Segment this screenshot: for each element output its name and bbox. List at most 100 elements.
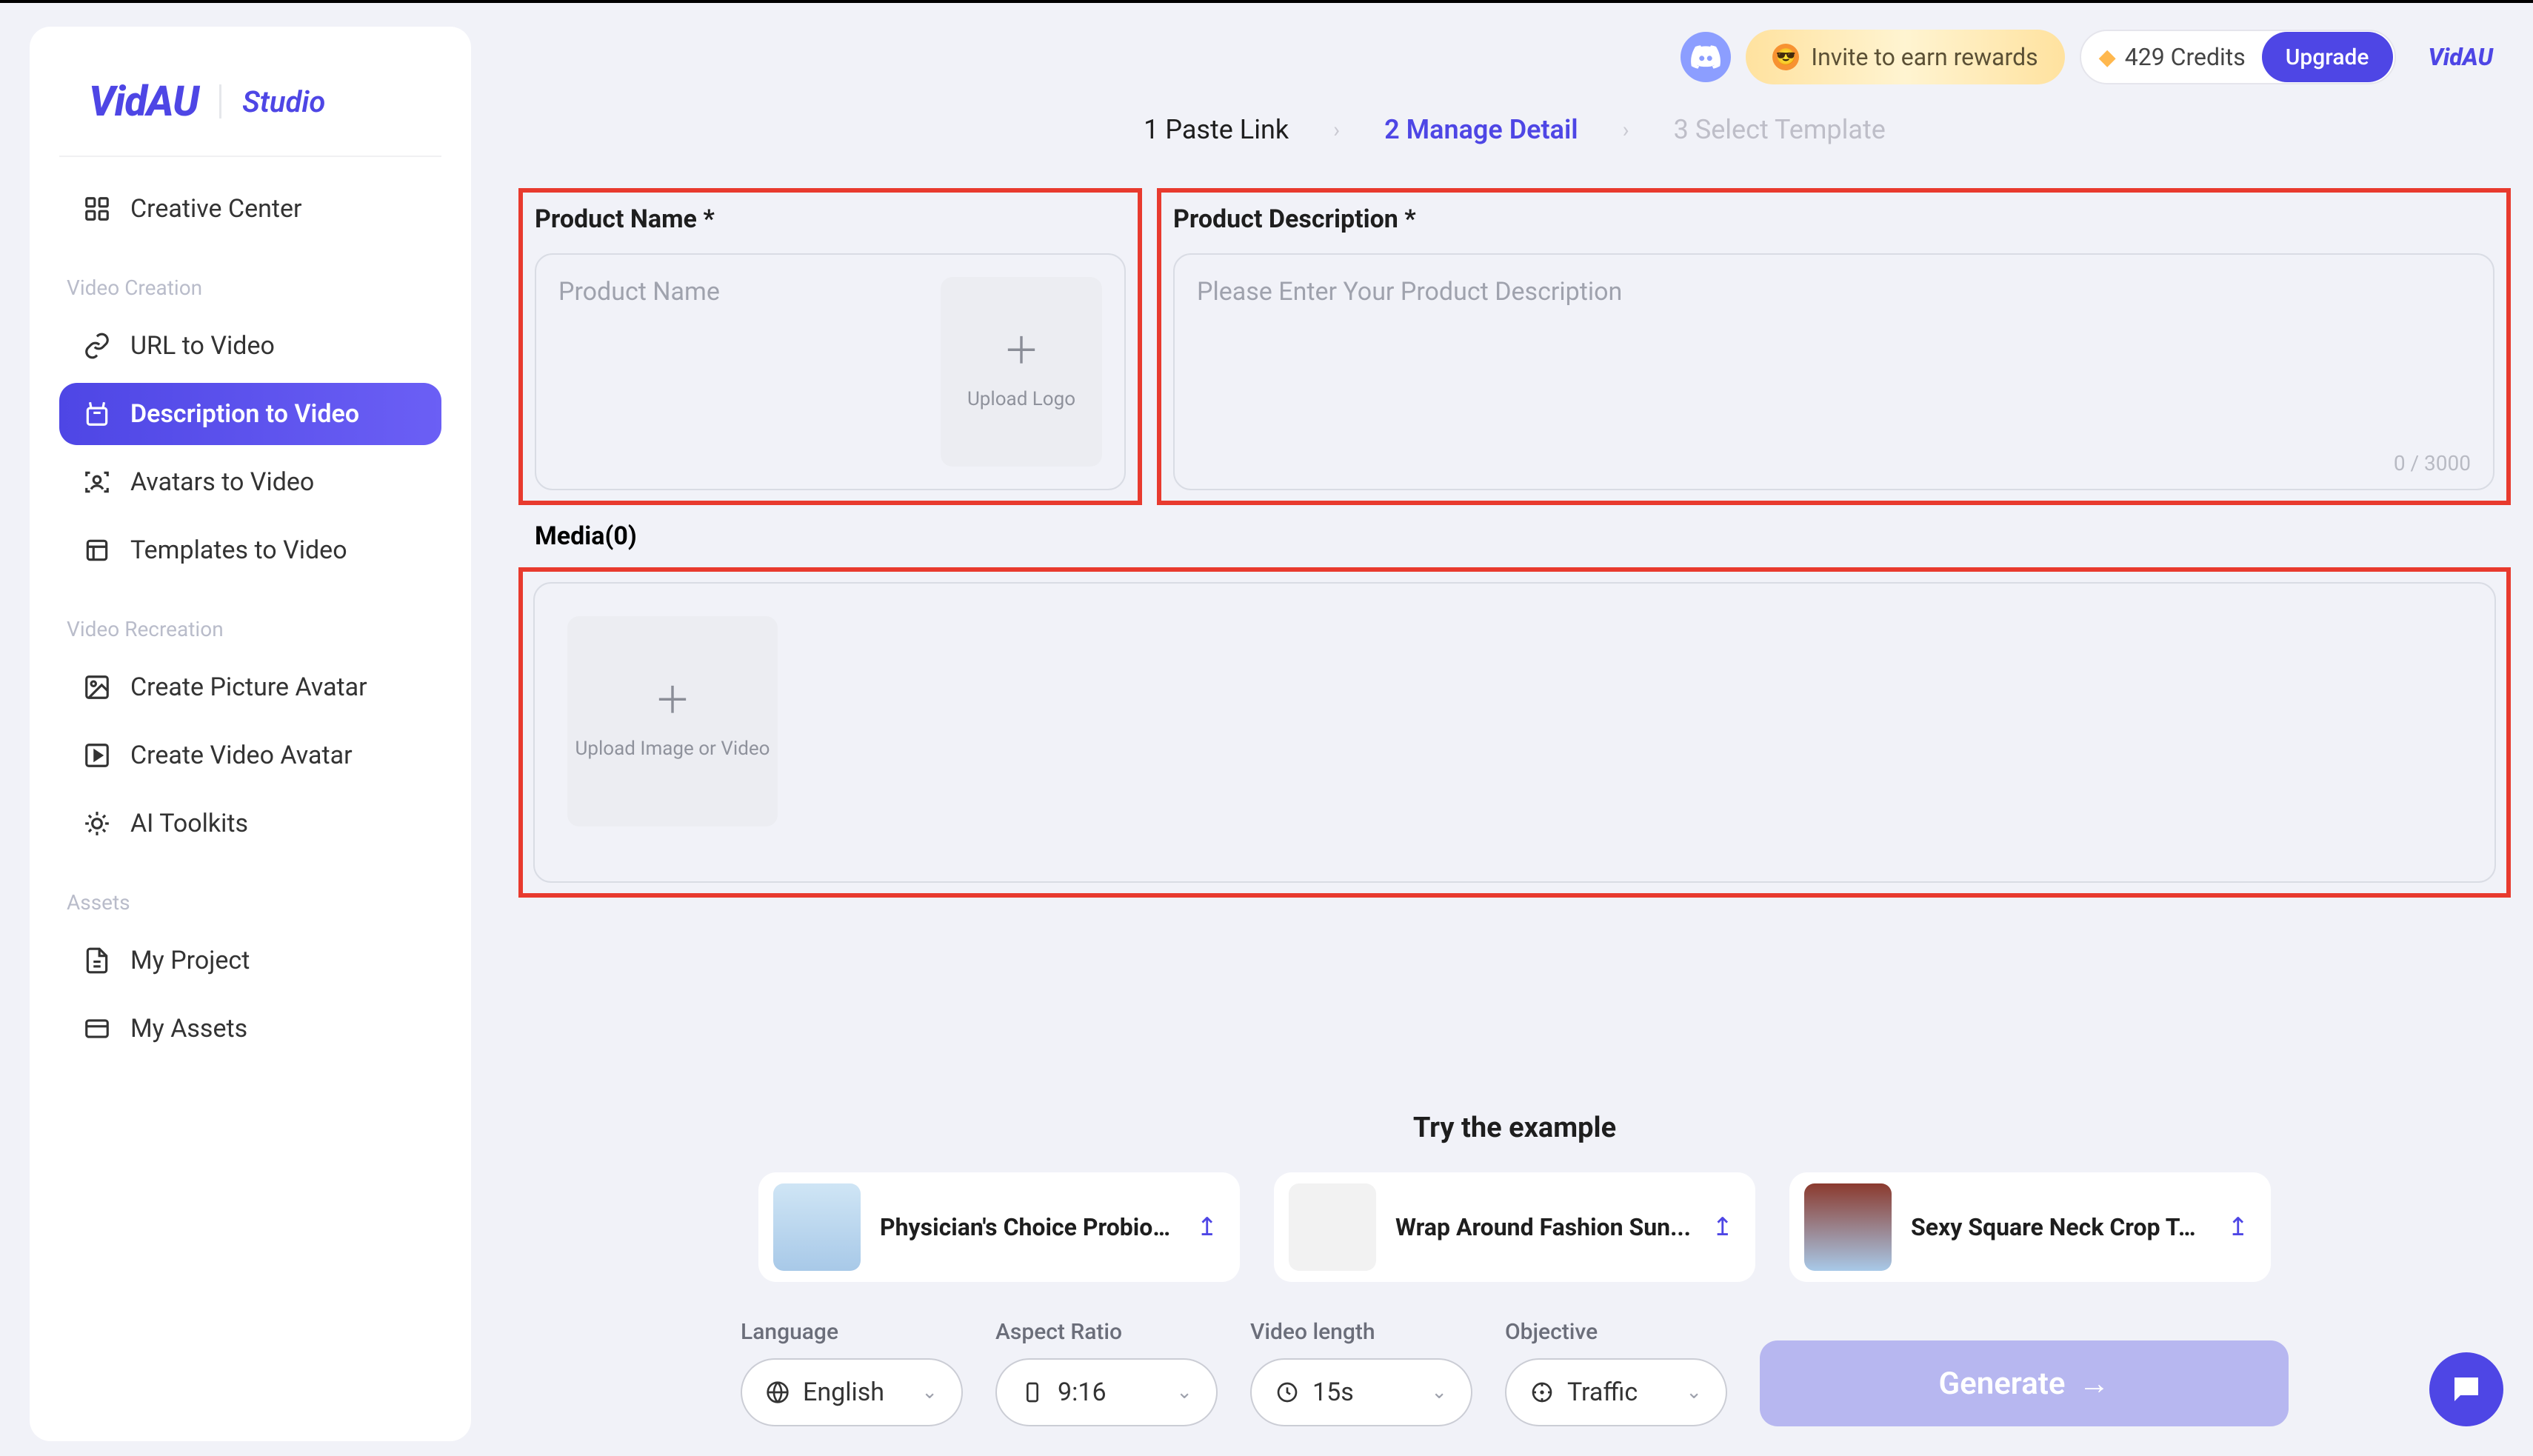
length-select[interactable]: 15s ⌄ <box>1250 1358 1472 1426</box>
nav-video-avatar[interactable]: Create Video Avatar <box>59 724 441 787</box>
examples-title: Try the example <box>518 1112 2511 1144</box>
brand-sub: Studio <box>242 84 325 119</box>
main-form: Product Name * ＋ Upload Logo Product Des… <box>518 188 2511 898</box>
media-label: Media(0) <box>518 521 2511 567</box>
bag-icon <box>83 400 111 428</box>
nav-my-project[interactable]: My Project <box>59 929 441 992</box>
objective-label: Objective <box>1505 1319 1727 1345</box>
section-video-creation: Video Creation <box>59 246 441 315</box>
nav-label: Templates to Video <box>130 535 347 565</box>
product-desc-label: Product Description * <box>1173 200 2494 253</box>
ratio-label: Aspect Ratio <box>995 1319 1218 1345</box>
upgrade-button[interactable]: Upgrade <box>2262 32 2393 82</box>
discord-button[interactable] <box>1681 32 1731 82</box>
portrait-icon <box>1021 1380 1044 1404</box>
brand-main: VidAU <box>89 77 198 126</box>
credits-pill: ◆429 Credits Upgrade <box>2080 30 2396 84</box>
length-label: Video length <box>1250 1319 1472 1345</box>
ratio-group: Aspect Ratio 9:16 ⌄ <box>995 1319 1218 1426</box>
scan-face-icon <box>83 468 111 496</box>
brand-small: VidAU <box>2411 43 2512 71</box>
template-icon <box>83 536 111 564</box>
intercom-button[interactable] <box>2429 1352 2503 1426</box>
nav-url-to-video[interactable]: URL to Video <box>59 315 441 377</box>
language-select[interactable]: English ⌄ <box>741 1358 963 1426</box>
media-frame: ＋ Upload Image or Video <box>533 582 2496 883</box>
credits-text: ◆429 Credits <box>2099 43 2260 71</box>
link-icon <box>83 332 111 360</box>
upload-arrow-icon: ↥ <box>2228 1212 2249 1242</box>
nav-label: Description to Video <box>130 399 359 429</box>
example-label: Sexy Square Neck Crop To... <box>1911 1213 2209 1241</box>
diamond-icon: ◆ <box>2099 44 2116 70</box>
play-square-icon <box>83 741 111 769</box>
upload-media-tile[interactable]: ＋ Upload Image or Video <box>567 616 778 826</box>
example-label: Physician's Choice Probiot... <box>880 1213 1178 1241</box>
nav-label: Create Video Avatar <box>130 741 353 770</box>
ratio-select[interactable]: 9:16 ⌄ <box>995 1358 1218 1426</box>
controls-row: Language English ⌄ Aspect Ratio 9:16 ⌄ V… <box>518 1319 2511 1426</box>
globe-icon <box>766 1380 790 1404</box>
plus-icon: ＋ <box>654 683 691 720</box>
example-card-2[interactable]: Wrap Around Fashion Sun... ↥ <box>1274 1172 1755 1282</box>
chevron-down-icon: ⌄ <box>921 1381 938 1403</box>
nav-label: Avatars to Video <box>130 467 314 497</box>
section-assets: Assets <box>59 861 441 929</box>
logo[interactable]: VidAU Studio <box>59 62 441 156</box>
media-highlight: ＋ Upload Image or Video <box>518 567 2511 898</box>
product-desc-section: Product Description * 0 / 3000 <box>1157 188 2511 505</box>
nav-avatars-to-video[interactable]: Avatars to Video <box>59 451 441 513</box>
section-video-recreation: Video Recreation <box>59 587 441 656</box>
chevron-down-icon: ⌄ <box>1686 1381 1702 1403</box>
nav-my-assets[interactable]: My Assets <box>59 998 441 1060</box>
upload-logo-tile[interactable]: ＋ Upload Logo <box>941 277 1102 467</box>
chevron-right-icon: › <box>1623 117 1629 143</box>
nav-templates-to-video[interactable]: Templates to Video <box>59 519 441 581</box>
objective-group: Objective Traffic ⌄ <box>1505 1319 1727 1426</box>
example-card-1[interactable]: Physician's Choice Probiot... ↥ <box>758 1172 1240 1282</box>
product-name-section: Product Name * ＋ Upload Logo <box>518 188 1142 505</box>
chevron-right-icon: › <box>1333 117 1340 143</box>
nav-ai-toolkits[interactable]: AI Toolkits <box>59 792 441 855</box>
upload-logo-label: Upload Logo <box>967 388 1075 410</box>
example-label: Wrap Around Fashion Sun... <box>1395 1213 1693 1241</box>
invite-label: Invite to earn rewards <box>1811 43 2038 71</box>
topbar: 😎 Invite to earn rewards ◆429 Credits Up… <box>1681 30 2511 84</box>
stepper: 1 Paste Link › 2 Manage Detail › 3 Selec… <box>518 114 2511 145</box>
divider <box>59 156 441 157</box>
nav-picture-avatar[interactable]: Create Picture Avatar <box>59 656 441 718</box>
length-group: Video length 15s ⌄ <box>1250 1319 1472 1426</box>
product-desc-input[interactable] <box>1197 277 2471 467</box>
upload-arrow-icon: ↥ <box>1712 1212 1734 1242</box>
upload-arrow-icon: ↥ <box>1197 1212 1218 1242</box>
step-3: 3 Select Template <box>1674 114 1886 145</box>
sidebar: VidAU Studio Creative Center Video Creat… <box>30 27 471 1441</box>
sparkle-icon <box>83 809 111 838</box>
product-name-frame: ＋ Upload Logo <box>535 253 1126 490</box>
clock-icon <box>1275 1380 1299 1404</box>
grid-icon <box>83 195 111 223</box>
nav-label: URL to Video <box>130 331 275 361</box>
chat-icon <box>2449 1372 2484 1407</box>
language-group: Language English ⌄ <box>741 1319 963 1426</box>
invite-button[interactable]: 😎 Invite to earn rewards <box>1746 30 2064 84</box>
arrow-right-icon: → <box>2078 1366 2109 1402</box>
generate-button[interactable]: Generate → <box>1760 1340 2289 1426</box>
nav-label: Creative Center <box>130 194 302 224</box>
step-2[interactable]: 2 Manage Detail <box>1384 114 1578 145</box>
char-count: 0 / 3000 <box>2394 451 2471 475</box>
nav-description-to-video[interactable]: Description to Video <box>59 383 441 445</box>
file-icon <box>83 946 111 975</box>
product-name-input[interactable] <box>558 277 926 467</box>
example-card-3[interactable]: Sexy Square Neck Crop To... ↥ <box>1789 1172 2271 1282</box>
nav-label: My Project <box>130 946 250 975</box>
nav-creative-center[interactable]: Creative Center <box>59 178 441 240</box>
discord-icon <box>1690 41 1721 73</box>
nav-label: AI Toolkits <box>130 809 248 838</box>
step-1[interactable]: 1 Paste Link <box>1144 114 1289 145</box>
nav-label: Create Picture Avatar <box>130 672 367 702</box>
chevron-down-icon: ⌄ <box>1176 1381 1192 1403</box>
objective-select[interactable]: Traffic ⌄ <box>1505 1358 1727 1426</box>
emoji-icon: 😎 <box>1772 44 1799 70</box>
image-icon <box>83 673 111 701</box>
